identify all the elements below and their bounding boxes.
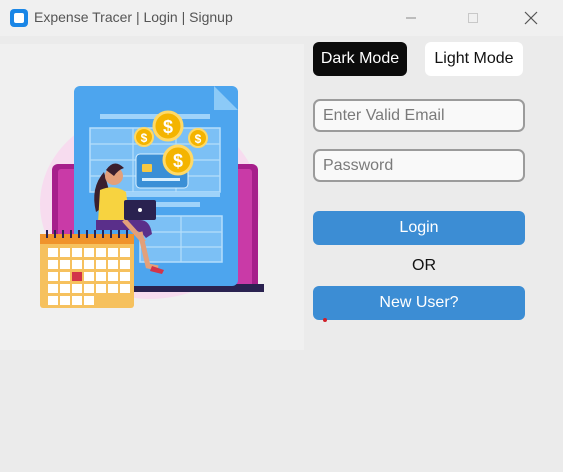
svg-text:$: $ — [163, 117, 173, 137]
svg-text:$: $ — [173, 151, 183, 171]
svg-text:$: $ — [195, 132, 202, 146]
coin-icon: $ — [188, 128, 208, 148]
email-field[interactable] — [313, 99, 525, 132]
minimize-button[interactable] — [388, 0, 434, 36]
maximize-button[interactable] — [450, 0, 496, 36]
illustration-graphic: $ $ $ $ — [40, 86, 264, 308]
coin-icon: $ — [152, 110, 184, 142]
or-separator: OR — [412, 257, 436, 274]
title-bar: Expense Tracer | Login | Signup — [0, 0, 563, 36]
expense-illustration: $ $ $ $ — [0, 44, 304, 350]
close-button[interactable] — [508, 0, 554, 36]
calendar-icon — [40, 230, 134, 308]
minimize-icon — [406, 17, 416, 19]
close-icon — [524, 11, 538, 25]
maximize-icon — [468, 13, 478, 23]
new-user-button[interactable]: New User? — [313, 286, 525, 320]
window-title: Expense Tracer | Login | Signup — [34, 9, 233, 25]
light-mode-button[interactable]: Light Mode — [425, 42, 523, 76]
coin-icon: $ — [134, 127, 154, 147]
svg-text:$: $ — [141, 131, 148, 145]
dark-mode-button[interactable]: Dark Mode — [313, 42, 407, 76]
indicator-dot — [323, 318, 327, 322]
app-icon — [10, 9, 28, 27]
login-button[interactable]: Login — [313, 211, 525, 245]
password-field[interactable] — [313, 149, 525, 182]
coin-icon: $ — [162, 144, 194, 176]
